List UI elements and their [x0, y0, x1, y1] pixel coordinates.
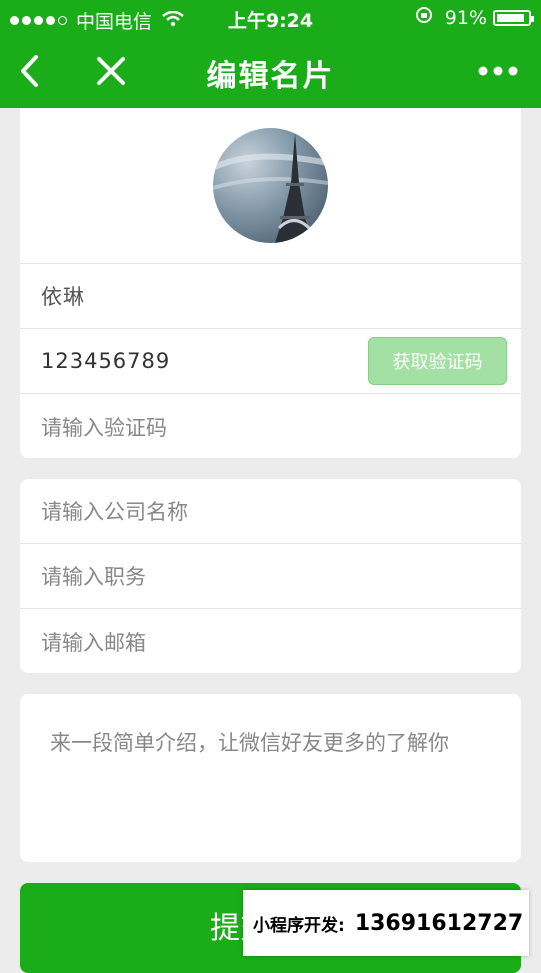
email-field[interactable]: 请输入邮箱 — [20, 609, 521, 673]
code-field[interactable]: 请输入验证码 — [20, 394, 521, 458]
position-field[interactable]: 请输入职务 — [20, 544, 521, 609]
name-field[interactable]: 依琳 — [20, 264, 521, 329]
phone-field[interactable]: 123456789 获取验证码 — [20, 329, 521, 394]
profile-card: 依琳 123456789 获取验证码 请输入验证码 — [20, 108, 521, 458]
battery-percent: 91% — [444, 6, 487, 29]
get-code-button[interactable]: 获取验证码 — [368, 337, 507, 385]
watermark-label: 小程序开发: — [253, 915, 345, 936]
intro-textarea[interactable]: 来一段简单介绍，让微信好友更多的了解你 — [20, 694, 521, 862]
battery-nub — [531, 15, 534, 22]
battery-group: 91% — [415, 6, 534, 29]
navigation-bar: 编辑名片 — [0, 36, 541, 108]
company-field[interactable]: 请输入公司名称 — [20, 479, 521, 544]
name-value: 依琳 — [41, 285, 85, 309]
battery-fill — [497, 13, 525, 22]
company-placeholder: 请输入公司名称 — [41, 500, 188, 524]
avatar[interactable] — [213, 128, 328, 243]
status-bar: 中国电信 上午9:24 91% — [0, 0, 541, 36]
watermark-phone: 13691612727 — [354, 910, 524, 936]
watermark-banner: 小程序开发: 13691612727 — [243, 890, 529, 956]
intro-placeholder: 来一段简单介绍，让微信好友更多的了解你 — [50, 731, 449, 755]
battery-icon — [493, 9, 534, 26]
more-dots-icon — [478, 66, 518, 76]
phone-value: 123456789 — [41, 349, 171, 373]
code-placeholder: 请输入验证码 — [41, 415, 167, 440]
rotation-lock-icon — [415, 6, 433, 29]
more-button[interactable] — [473, 46, 523, 96]
position-placeholder: 请输入职务 — [41, 565, 146, 589]
email-placeholder: 请输入邮箱 — [41, 630, 146, 655]
work-card: 请输入公司名称 请输入职务 请输入邮箱 — [20, 479, 521, 673]
eiffel-tower-image — [213, 133, 328, 243]
avatar-row — [20, 108, 521, 264]
page-title: 编辑名片 — [206, 59, 335, 94]
